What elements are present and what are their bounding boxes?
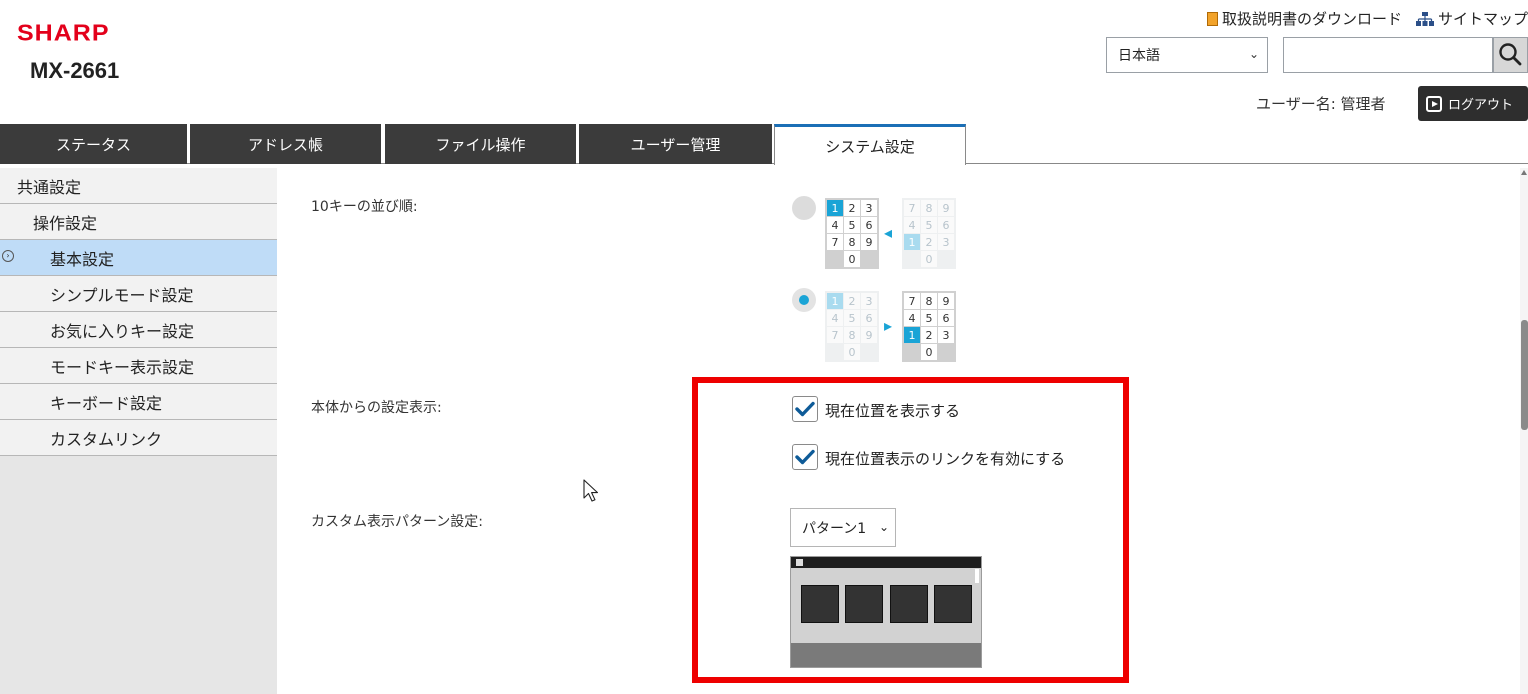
search-icon	[1499, 43, 1522, 66]
mouse-cursor-icon	[583, 479, 599, 502]
sidebar-item-basic-settings[interactable]: › 基本設定	[0, 240, 277, 276]
sidebar-item-keyboard-settings[interactable]: キーボード設定	[0, 384, 277, 420]
search-button[interactable]	[1493, 37, 1528, 73]
sitemap-icon	[1415, 11, 1434, 26]
keypad-789-top-icon: 789 456 123 0	[902, 291, 956, 362]
top-links: 取扱説明書のダウンロード サイトマップ	[1193, 8, 1528, 29]
tenkey-radio-option-2[interactable]	[792, 288, 816, 312]
book-icon	[1206, 11, 1218, 26]
language-value: 日本語	[1118, 48, 1160, 64]
tab-system-settings[interactable]: システム設定	[774, 124, 966, 165]
sharp-logo: SHARP	[17, 20, 110, 46]
scroll-up-icon[interactable]	[1521, 170, 1527, 175]
chevron-right-icon: ›	[2, 250, 14, 262]
arrow-right-icon: ▸	[884, 316, 893, 335]
tab-status[interactable]: ステータス	[0, 124, 187, 164]
arrow-left-icon: ◂	[884, 223, 893, 242]
logout-button[interactable]: ログアウト	[1418, 86, 1528, 121]
page-scrollbar[interactable]	[1520, 168, 1528, 694]
search-input[interactable]	[1283, 37, 1493, 73]
username-label: ユーザー名: 管理者	[1256, 95, 1386, 113]
tenkey-order-label: 10キーの並び順:	[311, 199, 418, 215]
sidebar: 共通設定 操作設定 › 基本設定 シンプルモード設定 お気に入りキー設定 モード…	[0, 168, 277, 694]
sidebar-item-simple-mode-settings[interactable]: シンプルモード設定	[0, 276, 277, 312]
keypad-123-top-faint-icon: 123 456 789 0	[825, 291, 879, 362]
sidebar-item-common-settings[interactable]: 共通設定	[0, 168, 277, 204]
sidebar-item-operation-settings[interactable]: 操作設定	[0, 204, 277, 240]
highlight-box	[692, 377, 1129, 683]
custom-pattern-label: カスタム表示パターン設定:	[311, 514, 484, 530]
tab-user-management[interactable]: ユーザー管理	[579, 124, 772, 164]
model-name: MX-2661	[30, 58, 120, 83]
tenkey-radio-option-1[interactable]	[792, 196, 816, 220]
sidebar-item-custom-link[interactable]: カスタムリンク	[0, 420, 277, 456]
logout-icon	[1426, 95, 1442, 112]
sidebar-item-favorite-key-settings[interactable]: お気に入りキー設定	[0, 312, 277, 348]
keypad-789-top-faint-icon: 789 456 123 0	[902, 198, 956, 269]
tab-file-operations[interactable]: ファイル操作	[385, 124, 576, 164]
chevron-down-icon: ⌄	[1248, 47, 1259, 61]
setting-display-label: 本体からの設定表示:	[311, 400, 442, 416]
scrollbar-thumb[interactable]	[1521, 320, 1528, 430]
language-select[interactable]: 日本語 ⌄	[1106, 37, 1268, 73]
sitemap-link[interactable]: サイトマップ	[1415, 8, 1528, 29]
keypad-123-top-icon: 123 456 789 0	[825, 198, 879, 269]
tab-address-book[interactable]: アドレス帳	[190, 124, 381, 164]
sidebar-item-mode-key-display[interactable]: モードキー表示設定	[0, 348, 277, 384]
manual-download-link[interactable]: 取扱説明書のダウンロード	[1206, 8, 1402, 29]
